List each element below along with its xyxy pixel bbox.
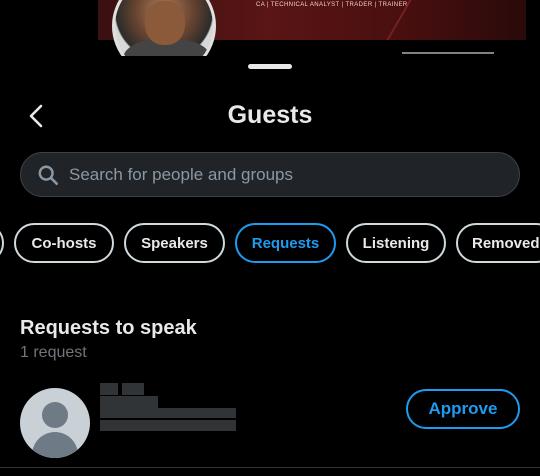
sheet-grabber[interactable] <box>248 64 292 69</box>
tab-co-hosts[interactable]: Co-hosts <box>14 223 114 263</box>
tab-speakers[interactable]: Speakers <box>124 223 225 263</box>
tab-removed[interactable]: Removed <box>456 223 540 263</box>
section-title: Requests to speak <box>20 317 197 339</box>
request-count: 1 request <box>20 344 87 361</box>
banner-underline <box>402 52 494 54</box>
redacted-user-name <box>100 383 236 431</box>
banner-decoration <box>386 0 526 40</box>
divider <box>0 467 540 468</box>
guest-tabs: Co-hosts Speakers Requests Listening Rem… <box>0 223 540 263</box>
tab-hidden-left[interactable] <box>0 223 4 263</box>
avatar[interactable] <box>20 388 90 458</box>
tab-requests[interactable]: Requests <box>235 223 336 263</box>
search-icon <box>38 165 58 185</box>
approve-button[interactable]: Approve <box>406 389 520 429</box>
banner-text: CA | TECHNICAL ANALYST | TRADER | TRAINE… <box>256 2 408 8</box>
search-input[interactable] <box>69 164 489 185</box>
tab-listening[interactable]: Listening <box>346 223 446 263</box>
page-title: Guests <box>227 101 313 129</box>
search-bar[interactable] <box>20 152 520 197</box>
